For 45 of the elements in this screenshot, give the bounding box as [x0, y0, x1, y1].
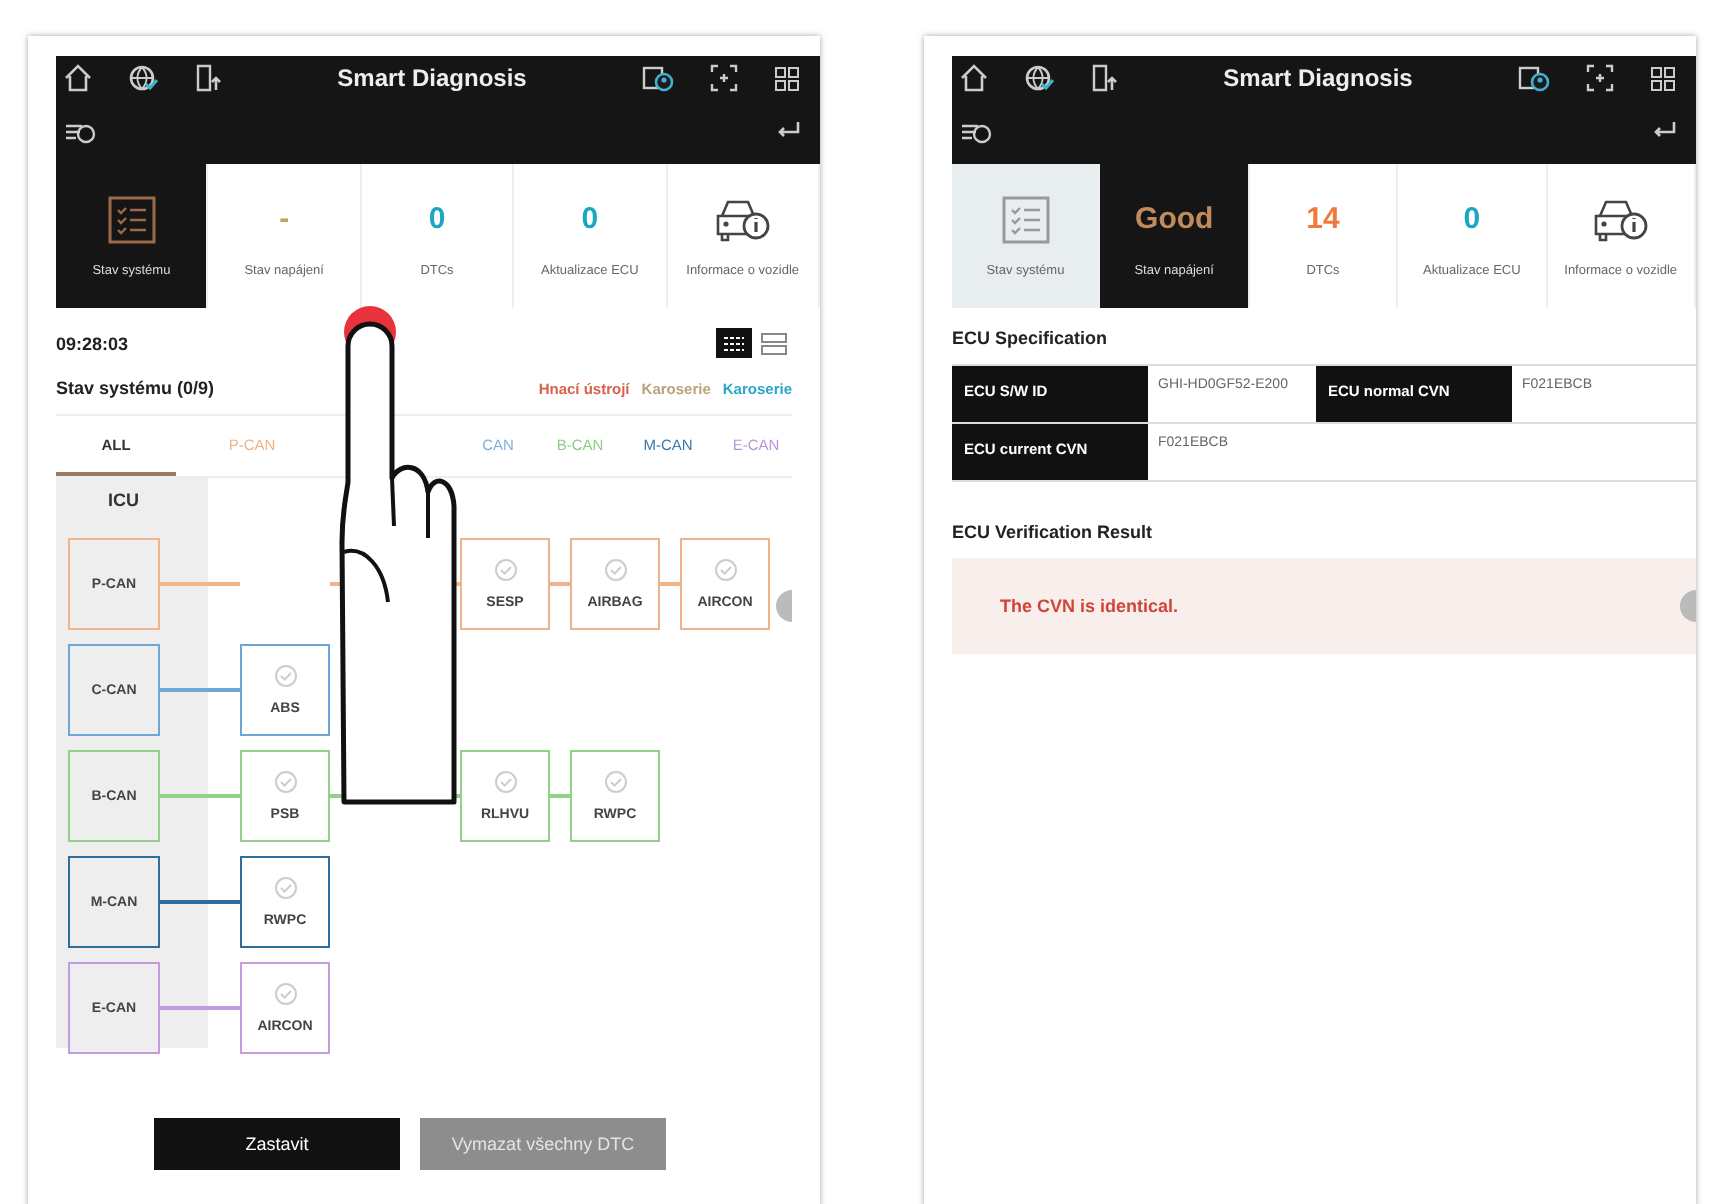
- document-upload-icon[interactable]: [194, 64, 222, 92]
- check-circle-icon: [493, 558, 517, 582]
- tile-value: 0: [1463, 199, 1481, 239]
- grid-icon[interactable]: [773, 65, 800, 91]
- check-circle-icon: [273, 664, 297, 688]
- focus-icon[interactable]: [709, 64, 738, 92]
- checklist-icon: [107, 195, 156, 243]
- document-upload-icon[interactable]: [1090, 64, 1118, 92]
- check-circle-icon: [273, 876, 297, 900]
- check-circle-icon: [273, 770, 297, 794]
- home-icon[interactable]: [960, 64, 988, 92]
- tile-value: 0: [428, 199, 446, 239]
- scroll-handle[interactable]: [1680, 590, 1696, 622]
- car-info-icon: [1592, 195, 1649, 243]
- section-title: ECU Specification: [952, 328, 1110, 348]
- icu-label: ICU: [108, 490, 139, 510]
- check-circle-icon: [493, 770, 517, 794]
- tile-value: Good: [1135, 199, 1214, 239]
- scroll-handle[interactable]: [776, 590, 792, 622]
- app-title: Smart Diagnosis: [337, 64, 527, 92]
- home-icon[interactable]: [64, 64, 92, 92]
- globe-check-icon[interactable]: [1024, 64, 1054, 92]
- check-circle-icon: [273, 982, 297, 1006]
- user-card-icon[interactable]: [1517, 64, 1550, 92]
- section-title: Stav systému (0/9): [56, 378, 215, 398]
- car-info-icon: [714, 195, 771, 243]
- tile-value: 14: [1306, 199, 1340, 239]
- checklist-icon: [1001, 195, 1050, 243]
- diagram-view-icon[interactable]: [716, 328, 752, 358]
- result-message: The CVN is identical.: [1000, 596, 1179, 616]
- user-card-icon[interactable]: [641, 64, 674, 92]
- app-title: Smart Diagnosis: [1223, 64, 1413, 92]
- focus-icon[interactable]: [1585, 64, 1614, 92]
- check-circle-icon: [603, 558, 627, 582]
- vehicle-gauge-icon[interactable]: [960, 120, 992, 144]
- grid-icon[interactable]: [1649, 65, 1676, 91]
- globe-check-icon[interactable]: [128, 64, 158, 92]
- vehicle-gauge-icon[interactable]: [64, 120, 96, 144]
- check-circle-icon: [713, 558, 737, 582]
- tile-value: -: [279, 199, 290, 239]
- check-circle-icon: [603, 770, 627, 794]
- section-title: ECU Verification Result: [952, 522, 1155, 542]
- time-label: 09:28:03: [56, 333, 129, 353]
- action-button[interactable]: Zastavit: [154, 1118, 400, 1170]
- tile-value: 0: [581, 199, 599, 239]
